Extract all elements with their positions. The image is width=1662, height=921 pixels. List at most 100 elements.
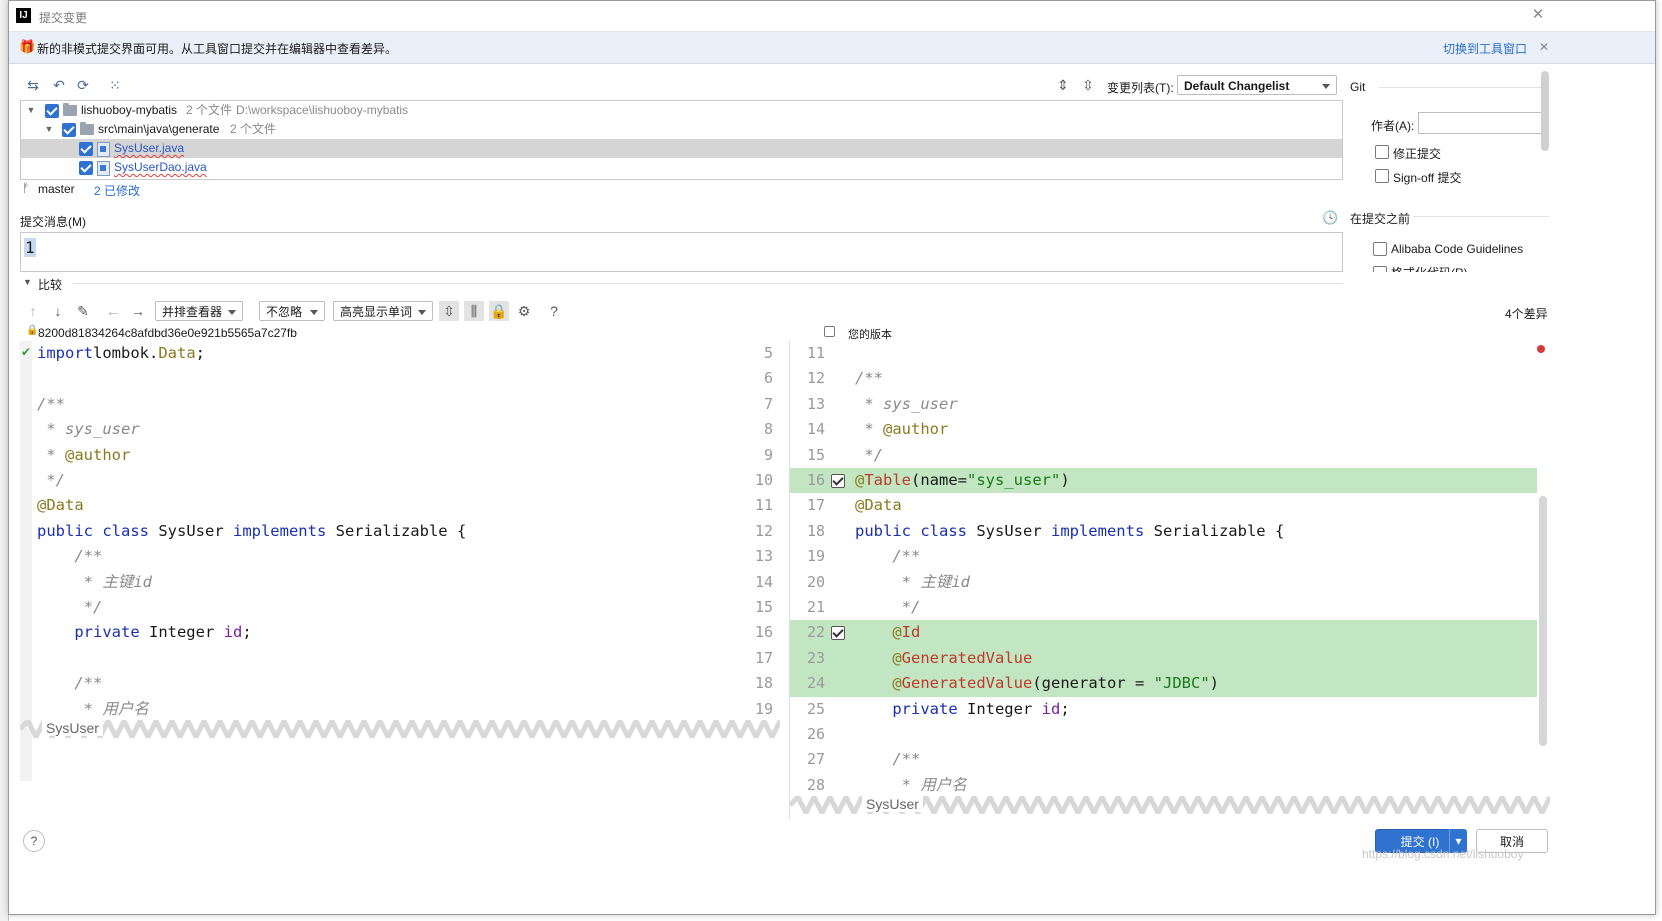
app-logo-icon: IJ [16, 8, 31, 23]
highlight-select[interactable]: 高亮显示单词 [333, 301, 433, 321]
tree-file-name[interactable]: SysUserDao.java [114, 158, 207, 177]
shelve-icon[interactable]: ⇆ [23, 75, 43, 95]
signoff-checkbox[interactable] [1375, 169, 1389, 183]
forward-icon[interactable]: → [128, 301, 148, 321]
package-checkbox[interactable] [62, 123, 76, 137]
left-code-line[interactable]: * @author [37, 443, 130, 468]
commit-dialog: IJ 提交变更 ✕ 🎁 新的非模式提交界面可用。从工具窗口提交并在编辑器中查看差… [8, 0, 1656, 915]
left-code-line[interactable]: /** [37, 544, 102, 569]
sysuserdao-checkbox[interactable] [79, 161, 93, 175]
chevron-down-icon[interactable]: ▼ [25, 101, 37, 120]
right-code-line[interactable]: @GeneratedValue(generator = "JDBC") [855, 671, 1219, 696]
banner-close-icon[interactable]: ✕ [1535, 38, 1553, 56]
right-code-line[interactable]: /** [855, 747, 920, 772]
right-code-line[interactable]: private Integer id; [855, 697, 1069, 722]
tree-file-name[interactable]: SysUser.java [114, 139, 184, 158]
tree-row-file-sysuserdao[interactable]: SysUserDao.java [21, 158, 1342, 177]
left-code-line[interactable]: */ [37, 595, 103, 620]
tree-row-file-sysuser[interactable]: SysUser.java [21, 139, 1342, 158]
tree-row-package[interactable]: ▼ src\main\java\generate 2 个文件 [21, 120, 1342, 139]
diff-left-pane[interactable]: ✔ importlombok.Data; /** * sys_user * @au… [20, 341, 721, 819]
back-icon[interactable]: ← [103, 301, 123, 321]
apply-change-checkbox[interactable] [831, 474, 845, 488]
left-code-line[interactable]: importlombok.Data; [37, 341, 205, 366]
prev-diff-icon[interactable]: ↑ [23, 301, 43, 321]
commit-message-text: 1 [24, 238, 36, 257]
ignore-select-value: 不忽略 [266, 305, 303, 319]
gear-icon[interactable]: ⚙ [514, 301, 534, 321]
changelist-label: 变更列表(T): [1107, 81, 1174, 95]
modified-count-link[interactable]: 2 已修改 [94, 182, 140, 199]
help-button[interactable]: ? [23, 830, 45, 852]
right-version-checkbox[interactable] [824, 326, 835, 337]
right-scrollbar[interactable] [1539, 496, 1547, 746]
amend-checkbox[interactable] [1375, 145, 1389, 159]
left-code-line[interactable]: /** [37, 671, 102, 696]
format-code-checkbox[interactable] [1373, 266, 1387, 272]
right-code-line[interactable]: /** [855, 366, 883, 391]
left-code-line[interactable]: * 用户名 [37, 697, 149, 722]
next-diff-icon[interactable]: ↓ [48, 301, 68, 321]
expand-all-icon[interactable]: ⇕ [1053, 75, 1073, 95]
right-line-number: 14 [806, 420, 825, 439]
close-icon[interactable]: ✕ [1529, 6, 1547, 24]
separator [1379, 87, 1549, 88]
undo-icon[interactable]: ↶ [49, 75, 69, 95]
sysuser-checkbox[interactable] [79, 142, 93, 156]
git-panel-title: Git [1350, 80, 1366, 94]
right-line-number: 17 [806, 496, 825, 515]
left-code-line[interactable]: * 主键id [37, 570, 152, 595]
right-code-line[interactable]: */ [855, 595, 921, 620]
alibaba-checkbox[interactable] [1373, 242, 1387, 256]
switch-to-toolwindow-link[interactable]: 切换到工具窗口 [1443, 40, 1527, 57]
right-line-number: 12 [806, 369, 825, 388]
git-panel-scrollbar[interactable] [1541, 71, 1549, 151]
right-code-line[interactable]: * @author [855, 417, 948, 442]
branch-name[interactable]: master [38, 182, 75, 196]
right-line-number: 25 [806, 699, 825, 718]
collapse-all-icon[interactable]: ⇳ [1078, 75, 1098, 95]
commit-message-input[interactable]: 1 [20, 232, 1343, 272]
right-code-line[interactable]: @GeneratedValue [855, 646, 1032, 671]
title-bar: IJ 提交变更 ✕ [9, 1, 1655, 32]
left-code-line[interactable]: @Data [37, 493, 84, 518]
divider [789, 341, 790, 819]
left-code-line[interactable]: private Integer id; [37, 620, 251, 645]
left-code-line[interactable]: */ [37, 468, 65, 493]
sync-scroll-icon[interactable]: ⫼ [464, 301, 484, 321]
folder-icon [63, 103, 77, 116]
apply-change-checkbox[interactable] [831, 626, 845, 641]
history-clock-icon[interactable]: 🕓 [1322, 210, 1338, 226]
group-by-icon[interactable]: ⁙ [105, 75, 125, 95]
right-code-line[interactable]: * 主键id [855, 570, 970, 595]
right-fold-region[interactable]: SysUser [788, 791, 1553, 819]
left-code-line[interactable]: /** [37, 392, 65, 417]
ignore-select[interactable]: 不忽略 [259, 301, 325, 321]
right-code-line[interactable]: @Data [855, 493, 902, 518]
right-code-line[interactable]: * sys_user [855, 392, 957, 417]
right-code-line[interactable]: @Id [855, 620, 920, 645]
project-checkbox[interactable] [45, 104, 59, 118]
author-input[interactable] [1418, 112, 1546, 134]
edit-source-icon[interactable]: ✎ [73, 301, 93, 321]
right-line-number: 13 [806, 394, 825, 413]
left-code-line[interactable]: public class SysUser implements Serializ… [37, 519, 466, 544]
chevron-down-icon[interactable]: ▼ [43, 120, 55, 139]
left-fold-region[interactable]: SysUser [18, 715, 783, 743]
chevron-down-icon[interactable]: ▼ [23, 277, 32, 287]
right-code-line[interactable]: * 用户名 [855, 773, 967, 798]
left-line-number: 8 [763, 420, 773, 439]
right-code-line[interactable]: /** [855, 544, 920, 569]
tree-row-project[interactable]: ▼ lishuoboy-mybatis 2 个文件 D:\workspace\l… [21, 101, 1342, 120]
left-code-line[interactable]: * sys_user [37, 417, 139, 442]
right-code-line[interactable]: */ [855, 443, 883, 468]
collapse-unchanged-icon[interactable]: ⇳ [439, 301, 459, 321]
refresh-icon[interactable]: ⟳ [73, 75, 93, 95]
viewer-select[interactable]: 并排查看器 [155, 301, 243, 321]
right-code-line[interactable]: public class SysUser implements Serializ… [855, 519, 1284, 544]
diff-right-pane[interactable]: /** * sys_user * @author */@Table(name="… [849, 341, 1550, 819]
changelist-select[interactable]: Default Changelist [1177, 75, 1337, 95]
right-code-line[interactable]: @Table(name="sys_user") [855, 468, 1070, 493]
help-icon[interactable]: ? [544, 301, 564, 321]
lock-icon[interactable]: 🔒 [489, 301, 509, 321]
